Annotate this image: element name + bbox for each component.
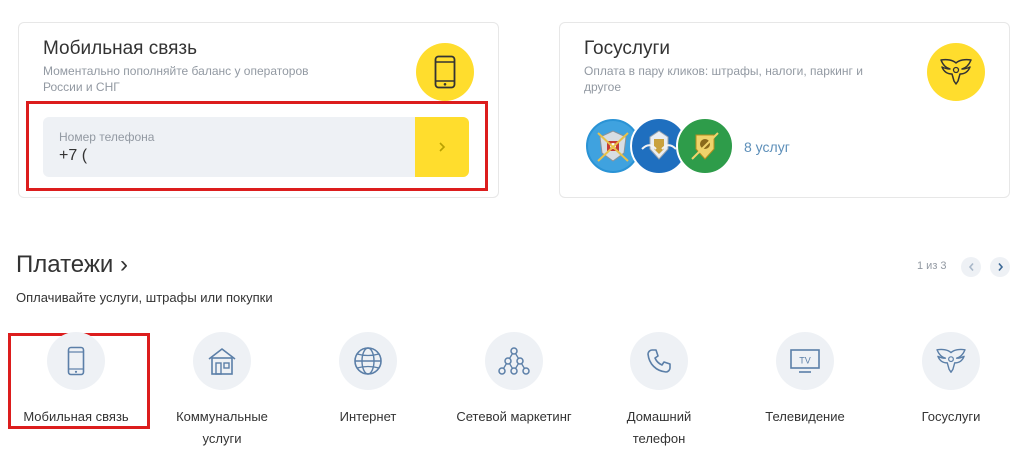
smartphone-icon (416, 43, 474, 101)
mobile-card-description: Моментально пополняйте баланс у оператор… (43, 64, 309, 94)
gos-services-link[interactable]: 8 услуг (744, 139, 790, 155)
gos-card-title: Госуслуги (584, 38, 671, 59)
pager-indicator: 1 из 3 (917, 260, 947, 272)
category-label: Домашний телефон (626, 409, 692, 446)
chevron-left-icon (968, 262, 974, 272)
bailiff-service-emblem-icon[interactable] (676, 117, 734, 175)
category-label: Госуслуги (921, 409, 981, 424)
category-network-marketing[interactable]: Сетевой маркетинг (454, 332, 574, 428)
chevron-right-icon: › (120, 251, 129, 278)
gosuslugi-card[interactable]: Госуслуги Оплата в пару кликов: штрафы, … (559, 22, 1010, 198)
highlight-frame-phone (26, 101, 488, 191)
gos-services-badges[interactable] (584, 117, 734, 177)
category-home-phone[interactable]: Домашний телефон (599, 332, 719, 450)
network-icon (485, 332, 543, 390)
prev-page-button[interactable] (961, 257, 981, 277)
category-label: Коммунальные услуги (176, 409, 268, 446)
eagle-emblem-icon (927, 43, 985, 101)
category-label: Мобильная связь (23, 409, 129, 424)
gos-card-description: Оплата в пару кликов: штрафы, налоги, па… (584, 64, 863, 94)
house-icon (193, 332, 251, 390)
category-internet[interactable]: Интернет (308, 332, 428, 428)
smartphone-icon (47, 332, 105, 390)
category-label: Телевидение (765, 409, 845, 424)
category-gosuslugi[interactable]: Госуслуги (891, 332, 1011, 428)
category-mobile[interactable]: Мобильная связь (16, 332, 136, 428)
next-page-button[interactable] (990, 257, 1010, 277)
chevron-right-icon (997, 262, 1003, 272)
category-label: Интернет (339, 409, 397, 424)
category-label: Сетевой маркетинг (456, 409, 572, 424)
tv-icon: TV (776, 332, 834, 390)
mobile-card-title: Мобильная связь (43, 38, 197, 59)
payments-subtitle: Оплачивайте услуги, штрафы или покупки (16, 290, 273, 305)
phone-handset-icon (630, 332, 688, 390)
globe-icon (339, 332, 397, 390)
category-utilities[interactable]: Коммунальные услуги (162, 332, 282, 450)
payments-title[interactable]: Платежи › (16, 251, 128, 279)
payments-title-text: Платежи (16, 251, 114, 278)
category-television[interactable]: TV Телевидение (745, 332, 865, 428)
svg-text:TV: TV (799, 356, 811, 366)
eagle-emblem-icon (922, 332, 980, 390)
